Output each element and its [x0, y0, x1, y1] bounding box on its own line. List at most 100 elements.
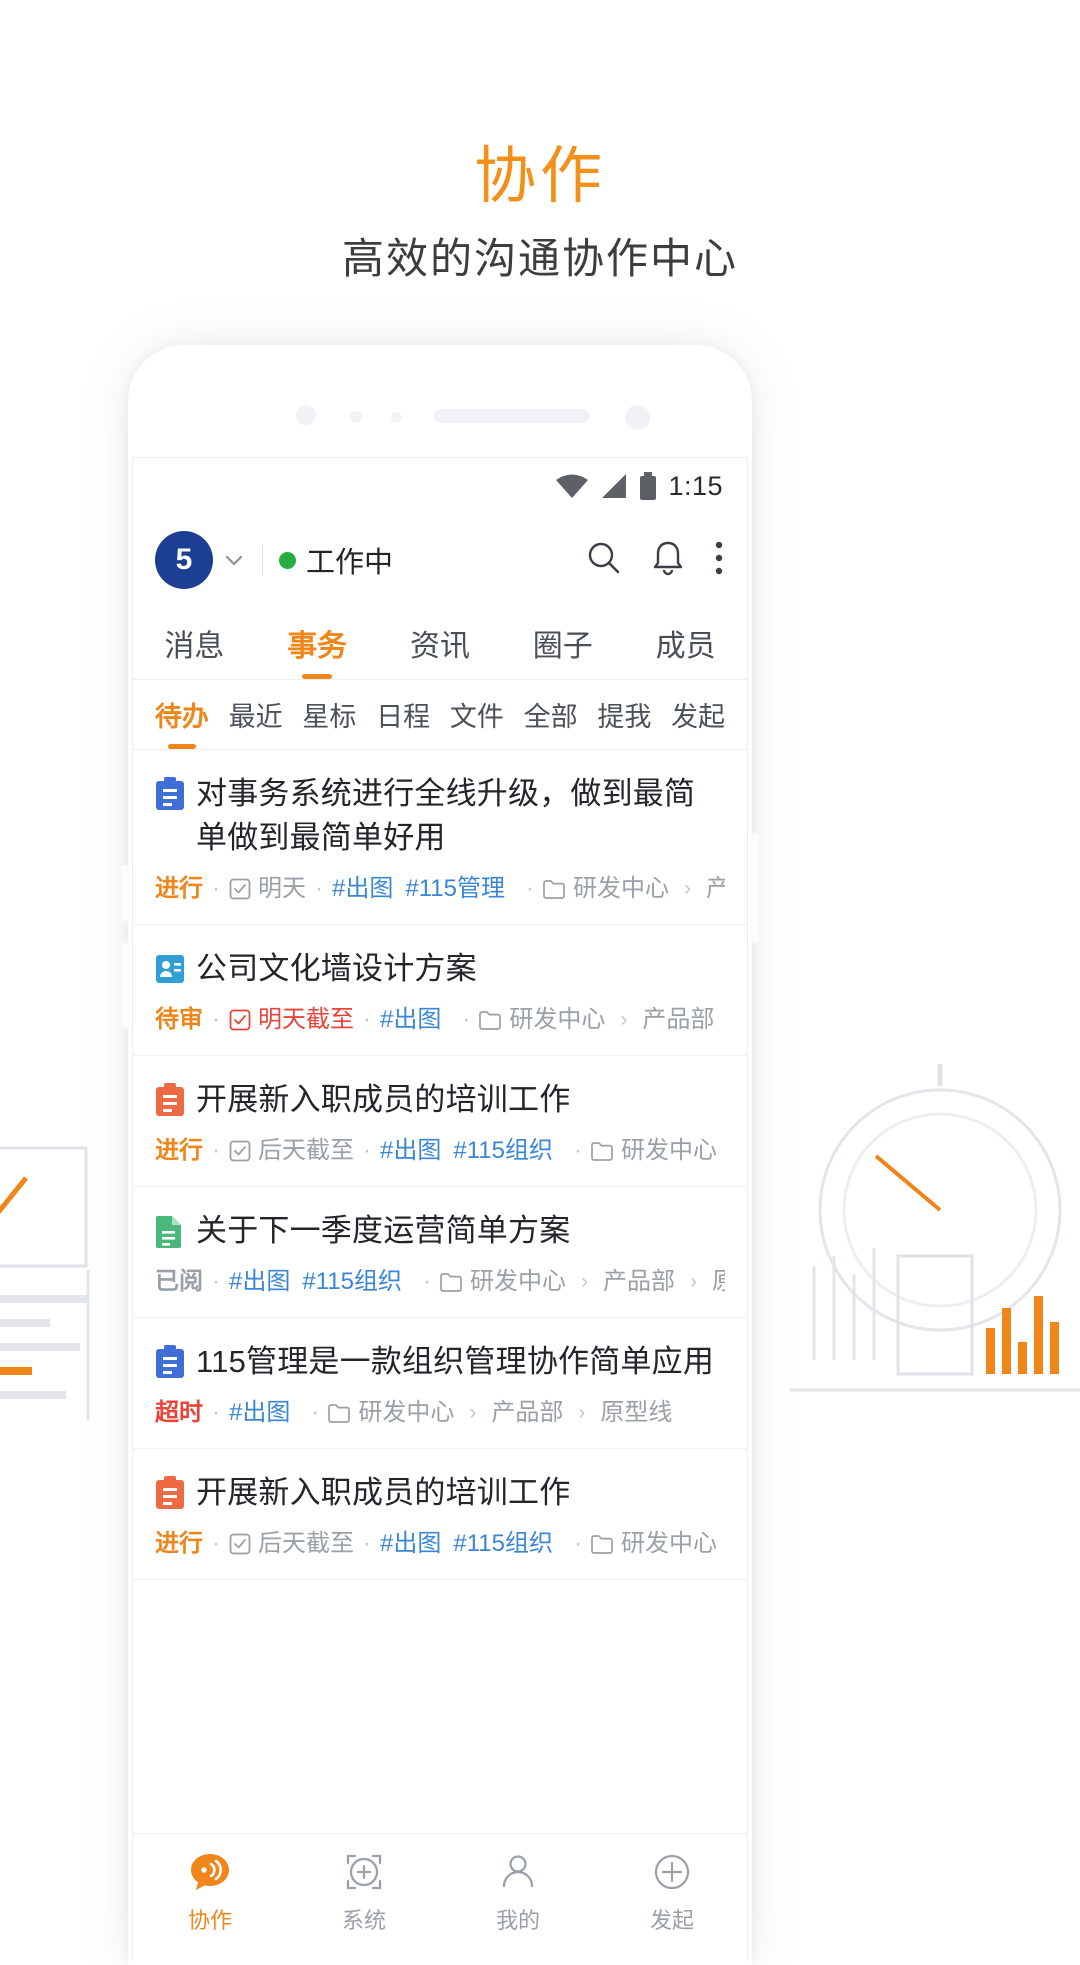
- task-tag[interactable]: #出图: [380, 1003, 441, 1037]
- task-path-segment: 产品部: [706, 872, 725, 906]
- main-tab-bar: 消息 事务 资讯 圈子 成员: [133, 606, 747, 680]
- subtab-todo[interactable]: 待办: [145, 680, 219, 749]
- meta-separator: ·: [363, 1530, 371, 1557]
- task-title: 开展新入职成员的培训工作: [196, 1082, 571, 1117]
- subtab-mentions[interactable]: 提我: [588, 680, 662, 749]
- decorative-right-artwork: [790, 1064, 1080, 1392]
- bottom-nav-collaboration[interactable]: 协作: [133, 1848, 287, 1935]
- hero-section: 协作 高效的沟通协作中心: [0, 0, 1080, 284]
- bell-icon[interactable]: [651, 539, 685, 582]
- bottom-nav-system[interactable]: 系统: [287, 1848, 441, 1935]
- task-list-item[interactable]: 关于下一季度运营简单方案 已阅 · #出图 #115组织 · 研发中心 › 产品…: [133, 1187, 747, 1318]
- meta-separator: ·: [212, 1006, 220, 1033]
- task-path-segment: 研发中心: [572, 875, 669, 902]
- task-tag[interactable]: #115组织: [453, 1134, 553, 1168]
- volume-up-button[interactable]: [121, 865, 130, 921]
- phone-top-bezel: [128, 397, 752, 431]
- subtab-recent[interactable]: 最近: [219, 680, 293, 749]
- search-icon[interactable]: [585, 539, 623, 582]
- task-tag[interactable]: #出图: [380, 1527, 441, 1561]
- folder-icon: [591, 1142, 613, 1161]
- task-due-label: 明天截至: [258, 1006, 354, 1033]
- subtab-files[interactable]: 文件: [440, 680, 514, 749]
- task-title: 公司文化墙设计方案: [196, 951, 477, 986]
- due-check-icon: [229, 1533, 251, 1555]
- tab-news[interactable]: 资讯: [379, 606, 502, 679]
- task-path-segment: 研发中心: [358, 1399, 455, 1426]
- bottom-nav-label: 协作: [187, 1908, 232, 1933]
- task-meta: 进行 · 明天 · #出图 #115管理 · 研发中心 ›: [155, 872, 725, 906]
- bottom-nav-profile[interactable]: 我的: [441, 1848, 595, 1935]
- task-path-segment: 研发中心: [469, 1268, 566, 1295]
- phone-screen: 1:15 5 工作中 消息 事务 资讯 圈子 成员 待办 最近 星标 日程 文件…: [132, 457, 748, 1961]
- task-path: 研发中心 › 产品部: [479, 1003, 714, 1037]
- app-header: 5 工作中: [133, 514, 747, 606]
- task-title: 开展新入职成员的培训工作: [196, 1475, 571, 1510]
- page-subtitle: 高效的沟通协作中心: [341, 235, 738, 282]
- task-path: 研发中心 › 产品: [591, 1527, 725, 1561]
- task-path: 研发中心 › 产品: [591, 1134, 725, 1168]
- meta-separator: ·: [315, 875, 323, 902]
- bottom-nav-create[interactable]: 发起: [595, 1848, 747, 1935]
- meta-separator: ·: [212, 875, 220, 902]
- presence-status[interactable]: 工作中: [279, 539, 393, 581]
- task-list-item[interactable]: 公司文化墙设计方案 待审 · 明天截至 · #出图 · 研发中心 › 产品部: [133, 925, 747, 1056]
- task-path-segment: 产品部: [602, 1268, 675, 1295]
- earpiece-speaker: [434, 409, 589, 423]
- bottom-nav-label: 系统: [341, 1908, 386, 1933]
- subtab-all[interactable]: 全部: [514, 680, 588, 749]
- meta-separator: ·: [573, 1530, 582, 1557]
- chevron-down-icon[interactable]: [222, 548, 246, 572]
- task-tag[interactable]: #出图: [229, 1396, 290, 1430]
- task-status: 进行: [155, 1137, 203, 1164]
- header-actions: [585, 539, 725, 582]
- task-path-segment: 产品部: [642, 1006, 715, 1033]
- task-tag[interactable]: #出图: [229, 1265, 290, 1299]
- tab-circles[interactable]: 圈子: [501, 606, 624, 679]
- chat-bubble-icon: [191, 1854, 229, 1890]
- subtab-created[interactable]: 发起: [661, 680, 735, 749]
- task-tag[interactable]: #出图: [380, 1134, 441, 1168]
- tab-messages[interactable]: 消息: [133, 606, 256, 679]
- task-meta: 已阅 · #出图 #115组织 · 研发中心 › 产品部 › 原型线: [155, 1265, 725, 1299]
- bottom-nav-label: 我的: [495, 1908, 540, 1933]
- task-title: 对事务系统进行全线升级，做到最简单做到最简单好用: [196, 776, 696, 855]
- clipboard-blue-icon: [156, 777, 184, 810]
- power-button[interactable]: [750, 833, 759, 943]
- task-tag[interactable]: #115组织: [302, 1265, 402, 1299]
- meta-separator: ·: [422, 1268, 431, 1295]
- path-arrow-icon: ›: [620, 1008, 628, 1031]
- task-title: 115管理是一款组织管理协作简单应用: [196, 1344, 715, 1379]
- task-due-label: 后天截至: [258, 1530, 354, 1557]
- avatar[interactable]: 5: [155, 531, 213, 589]
- volume-down-button[interactable]: [121, 943, 130, 1029]
- tab-tasks[interactable]: 事务: [256, 606, 379, 679]
- path-arrow-icon: ›: [689, 1270, 697, 1293]
- task-list-item[interactable]: 开展新入职成员的培训工作 进行 · 后天截至 · #出图 #115组织 · 研发…: [133, 1449, 747, 1580]
- proximity-sensor-icon: [625, 405, 650, 430]
- task-tag[interactable]: #出图: [332, 872, 393, 906]
- task-list-item[interactable]: 对事务系统进行全线升级，做到最简单做到最简单好用 进行 · 明天 · #出图 #…: [133, 750, 747, 925]
- due-check-icon: [229, 878, 251, 900]
- document-green-icon: [156, 1216, 181, 1248]
- system-plus-icon: [346, 1854, 382, 1890]
- task-path: 研发中心 › 产品部 › 原型线: [440, 1265, 725, 1299]
- task-path-segment: 研发中心: [509, 1006, 606, 1033]
- tab-members[interactable]: 成员: [624, 606, 747, 679]
- subtab-starred[interactable]: 星标: [293, 680, 367, 749]
- task-tag[interactable]: #115管理: [405, 872, 505, 906]
- sensor-icon: [350, 411, 362, 423]
- task-due: 明天截至: [229, 1003, 354, 1037]
- task-meta: 进行 · 后天截至 · #出图 #115组织 · 研发中心: [155, 1527, 725, 1561]
- task-list-item[interactable]: 115管理是一款组织管理协作简单应用 超时 · #出图 · 研发中心 › 产品部…: [133, 1318, 747, 1449]
- task-tag[interactable]: #115组织: [453, 1527, 553, 1561]
- meta-separator: ·: [311, 1399, 320, 1426]
- task-list-item[interactable]: 开展新入职成员的培训工作 进行 · 后天截至 · #出图 #115组织 · 研发…: [133, 1056, 747, 1187]
- subtab-schedule[interactable]: 日程: [366, 680, 440, 749]
- meta-separator: ·: [525, 875, 534, 902]
- folder-icon: [543, 880, 565, 899]
- folder-icon: [479, 1011, 502, 1030]
- sub-tab-bar: 待办 最近 星标 日程 文件 全部 提我 发起: [133, 680, 747, 750]
- more-vertical-icon[interactable]: [713, 540, 725, 581]
- task-path-segment: 原型线: [600, 1399, 673, 1426]
